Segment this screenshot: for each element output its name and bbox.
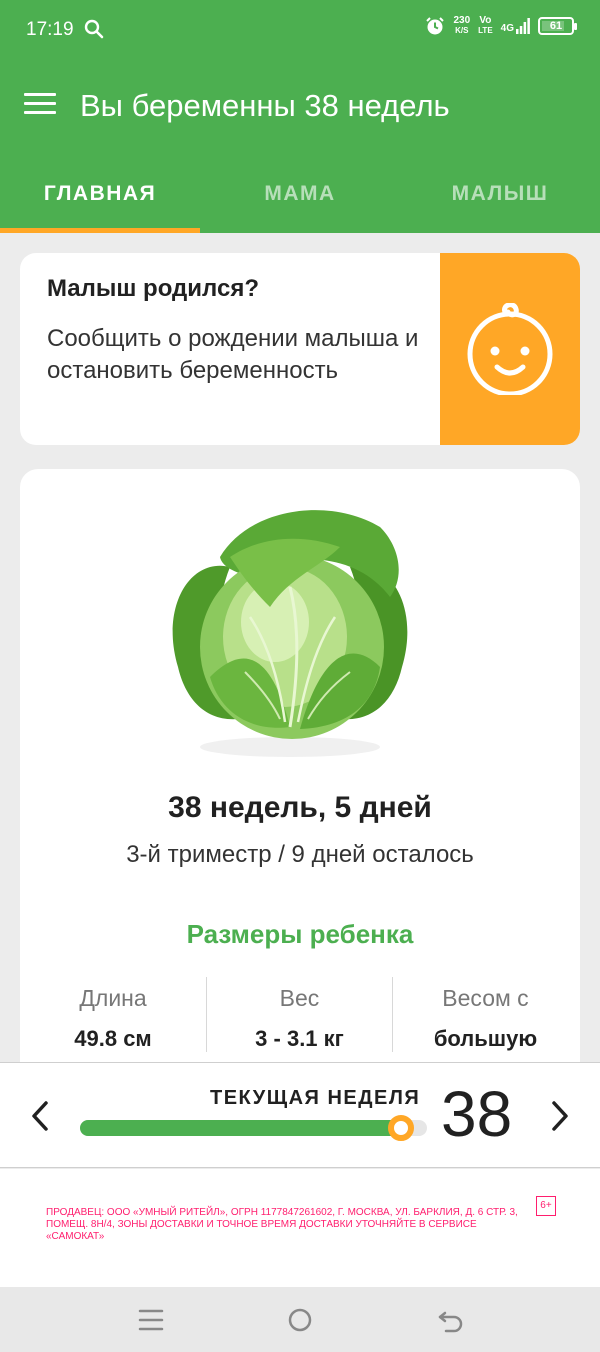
baby-face-icon — [467, 303, 553, 395]
signal-indicator: 4G — [501, 18, 530, 34]
size-label: Весом с — [442, 985, 529, 1011]
back-icon[interactable] — [436, 1305, 466, 1335]
battery-level: 61 — [549, 20, 563, 32]
volte-indicator: Vo LTE — [478, 16, 493, 36]
tab-baby[interactable]: МАЛЫШ — [400, 160, 600, 233]
net-speed-value: 230 — [453, 15, 471, 26]
size-value: 3 - 3.1 кг — [255, 1026, 344, 1051]
alarm-icon — [426, 17, 445, 35]
search-icon — [84, 19, 104, 39]
volte-bottom: LTE — [478, 26, 493, 35]
week-progress-slider[interactable] — [80, 1115, 427, 1141]
baby-born-text: Сообщить о рождении малыша и остановить … — [47, 325, 419, 384]
size-weight: Вес 3 - 3.1 кг — [206, 977, 392, 1052]
status-bar: 17:19 230 K/S Vo LTE 4G 61 — [0, 0, 600, 60]
tab-main[interactable]: ГЛАВНАЯ — [0, 160, 200, 233]
ad-disclaimer: ПРОДАВЕЦ: ООО «УМНЫЙ РИТЕЙЛ», ОГРН 11778… — [46, 1207, 518, 1242]
system-nav-bar — [0, 1287, 600, 1352]
baby-sizes-title: Размеры ребенка — [186, 919, 414, 949]
size-label: Длина — [79, 985, 147, 1011]
baby-born-button[interactable] — [440, 253, 580, 445]
size-comparison: Весом с большую — [392, 977, 578, 1052]
size-value: 49.8 см — [74, 1026, 152, 1051]
week-subtitle: 3-й триместр / 9 дней осталось — [126, 841, 474, 868]
cabbage-image — [172, 510, 408, 757]
hamburger-icon[interactable] — [24, 93, 56, 119]
battery-icon: 61 — [538, 17, 577, 35]
status-time: 17:19 — [26, 19, 74, 40]
current-week-bar: ТЕКУЩАЯ НЕДЕЛЯ 38 — [0, 1062, 600, 1168]
size-value: большую — [433, 1026, 538, 1051]
chevron-left-icon[interactable] — [26, 1099, 54, 1133]
current-week-number: 38 — [441, 1078, 513, 1150]
week-progress-fill — [80, 1120, 401, 1136]
week-title: 38 недель, 5 дней — [168, 791, 432, 824]
signal-icon — [516, 18, 530, 34]
size-length: Длина 49.8 см — [20, 977, 206, 1052]
size-label: Вес — [279, 985, 320, 1011]
week-progress-knob[interactable] — [387, 1115, 414, 1141]
status-icons: 230 K/S Vo LTE 4G 61 — [425, 16, 577, 36]
baby-sizes: Длина 49.8 см Вес 3 - 3.1 кг Весом с бол… — [20, 977, 580, 1052]
net-speed: 230 K/S — [453, 16, 470, 36]
baby-born-card[interactable]: Малыш родился? Сообщить о рождении малыш… — [20, 253, 580, 445]
app-bar: 17:19 230 K/S Vo LTE 4G 61 Вы беременны … — [0, 0, 600, 233]
home-icon[interactable] — [285, 1305, 315, 1335]
chevron-right-icon[interactable] — [546, 1099, 574, 1133]
ad-age-rating: 6+ — [536, 1196, 556, 1216]
volte-top: Vo — [479, 15, 492, 26]
signal-label: 4G — [500, 23, 514, 34]
current-week-label: ТЕКУЩАЯ НЕДЕЛЯ — [210, 1087, 421, 1109]
tab-mom[interactable]: МАМА — [200, 160, 400, 233]
tab-bar: ГЛАВНАЯ МАМА МАЛЫШ — [0, 160, 600, 233]
recent-apps-icon[interactable] — [136, 1305, 166, 1335]
ad-banner[interactable]: ПРОДАВЕЦ: ООО «УМНЫЙ РИТЕЙЛ», ОГРН 11778… — [0, 1169, 600, 1287]
page-title: Вы беременны 38 недель — [80, 88, 450, 123]
baby-born-title: Малыш родился? — [47, 275, 259, 302]
week-info-card: 38 недель, 5 дней 3-й триместр / 9 дней … — [20, 469, 580, 1089]
net-speed-unit: K/S — [455, 26, 469, 35]
